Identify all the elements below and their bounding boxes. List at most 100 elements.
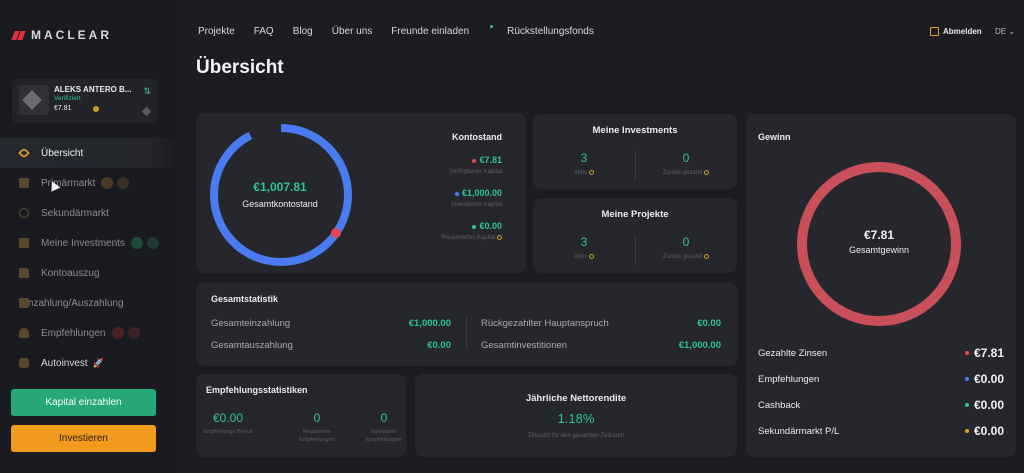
logout-icon (930, 27, 939, 36)
stat-value: €1,000.00 (408, 318, 451, 329)
referral-stats-card: Empfehlungsstatistiken €0.00 Empfehlungs… (196, 374, 406, 457)
profit-row-referrals: Empfehlungen €0.00 (758, 371, 1004, 387)
clock-icon (19, 208, 29, 218)
kontostand-donut (210, 124, 352, 266)
stat-row: Rückgezahlter Hauptanspruch €0.00 (481, 318, 721, 329)
language-selector[interactable]: DE ⌄ (995, 27, 1015, 36)
account-name: ALEKS ANTERO B... (54, 85, 132, 94)
card-title: Jährliche Nettorendite (525, 393, 627, 404)
dot-icon (964, 377, 969, 381)
total-profit: €7.81 (863, 228, 895, 242)
sidebar-item-kontoauszug[interactable]: Kontoauszug (0, 258, 175, 288)
referral-bonus-label: Empfehlungs Bonus (203, 429, 253, 435)
my-projects-card[interactable]: Meine Projekte 3 Aktiv 0 Zurück gezahlt (533, 198, 737, 273)
registered-referrals-value: 0 (313, 411, 321, 425)
repaid-label-text: Zurück gezahlt (662, 170, 703, 177)
box-icon (19, 178, 29, 188)
card-title: Meine Investments (592, 125, 678, 136)
top-navigation: Projekte FAQ Blog Über uns Freunde einla… (198, 25, 613, 37)
badge-icon (127, 327, 140, 339)
reserved-capital-label-text: Reserviertes Kapital (441, 235, 496, 242)
sidebar-item-label: Meine Investments (41, 237, 125, 249)
logout-button[interactable]: Abmelden (930, 27, 982, 36)
profit-row-label: Gezahlte Zinsen (758, 347, 828, 359)
sidebar-item-meine-investments[interactable]: Meine Investments (0, 228, 175, 258)
annual-return-value: 1.18% (557, 411, 595, 426)
referral-bonus: €0.00 Empfehlungs Bonus (198, 411, 258, 436)
card-icon (19, 298, 29, 308)
account-status: Verifiziert (54, 95, 81, 102)
bot-icon (19, 358, 29, 368)
badge-icon (101, 177, 114, 189)
nav-link-faq[interactable]: FAQ (254, 26, 274, 37)
reserved-capital-value: €0.00 (479, 221, 502, 231)
stat-row: Gesamtauszahlung €0.00 (211, 340, 451, 351)
sidebar-item-uebersicht[interactable]: Übersicht (0, 138, 175, 168)
card-title: Empfehlungsstatistiken (206, 385, 308, 395)
dot-icon (472, 224, 477, 229)
stat-row: Gesamtinvestitionen €1,000.00 (481, 340, 721, 351)
brand-name: MACLEAR (31, 28, 112, 42)
info-icon (704, 170, 710, 175)
account-balance: €7.81 (54, 105, 72, 112)
info-icon[interactable] (497, 235, 502, 240)
profit-row-label: Cashback (758, 399, 801, 411)
active-count: 3 (580, 235, 588, 249)
nav-link-blog[interactable]: Blog (293, 26, 313, 37)
sidebar-item-primaermarkt[interactable]: Primärmarkt (0, 168, 175, 198)
repaid-count: 0 (682, 151, 690, 165)
nav-link-freunde-einladen[interactable]: Freunde einladen (391, 25, 494, 37)
dot-icon (964, 429, 969, 433)
reserved-capital-label: Reserviertes Kapital (442, 235, 502, 241)
dot-icon (454, 191, 459, 196)
gewinn-donut (797, 162, 961, 326)
badge-icon (146, 237, 159, 249)
gewinn-card: Gewinn €7.81 Gesamtgewinn Gezahlte Zinse… (746, 114, 1016, 457)
info-icon (589, 170, 594, 175)
sidebar-item-sekundaermarkt[interactable]: Sekundärmarkt (0, 198, 175, 228)
maclear-logo-icon (13, 29, 25, 41)
stat-label: Gesamtinvestitionen (481, 340, 568, 351)
info-icon (589, 254, 594, 259)
nav-link-projekte[interactable]: Projekte (198, 26, 235, 37)
wallet-icon (19, 238, 29, 248)
deposit-capital-button[interactable]: Kapital einzahlen (11, 389, 156, 416)
badge-icon (111, 327, 124, 339)
sidebar-item-label: Einzahlung/Auszahlung (19, 297, 124, 309)
sidebar-item-einzahlung-auszahlung[interactable]: Einzahlung/Auszahlung (0, 288, 175, 318)
card-title: Meine Projekte (601, 209, 669, 220)
account-card[interactable]: ALEKS ANTERO B... Verifiziert €7.81 ⇅ (12, 79, 158, 123)
invested-capital-row: €1,000.00 Investiertes Kapital (451, 188, 502, 208)
sidebar-item-autoinvest[interactable]: Autoinvest 🚀 (0, 348, 175, 378)
repaid-label-text: Zurück gezahlt (662, 254, 703, 261)
sidebar-item-empfehlungen[interactable]: Empfehlungen (0, 318, 175, 348)
active-label-text: Aktiv (573, 170, 587, 177)
available-capital-value: €7.81 (479, 155, 502, 165)
profit-row-value: €0.00 (973, 398, 1004, 412)
invest-button[interactable]: Investieren (11, 425, 156, 452)
dot-icon (472, 158, 477, 163)
badge-icon (130, 237, 143, 249)
nav-link-ueber-uns[interactable]: Über uns (332, 26, 373, 37)
active-label-text: Aktiv (573, 254, 587, 261)
annual-return-card: Jährliche Nettorendite 1.18% Zinssatz fü… (415, 374, 737, 457)
card-title: Kontostand (452, 132, 502, 142)
swap-icon[interactable]: ⇅ (143, 86, 151, 97)
profit-row-value: €0.00 (973, 424, 1004, 438)
chevron-down-icon: ⌄ (1008, 27, 1016, 36)
card-title: Gesamtstatistik (211, 294, 279, 304)
registered-referrals: 0 Registrierte Empfehlungen (287, 411, 347, 444)
avatar (19, 85, 49, 115)
my-investments-card[interactable]: Meine Investments 3 Aktiv 0 Zurück gezah… (533, 114, 737, 189)
sidebar-item-label: Übersicht (41, 147, 84, 159)
nav-link-rueckstellungsfonds[interactable]: Rückstellungsfonds (507, 26, 594, 37)
repaid-label: Zurück gezahlt (635, 170, 737, 176)
brand-logo[interactable]: MACLEAR (13, 28, 112, 42)
badge-icon (117, 177, 130, 189)
card-title: Gewinn (758, 132, 791, 142)
profit-row-interest: Gezahlte Zinsen €7.81 (758, 345, 1004, 361)
total-profit-label: Gesamtgewinn (848, 245, 910, 255)
invested-referrals-value: 0 (380, 411, 388, 425)
stat-label: Gesamteinzahlung (211, 318, 291, 329)
dot-icon (964, 403, 969, 407)
